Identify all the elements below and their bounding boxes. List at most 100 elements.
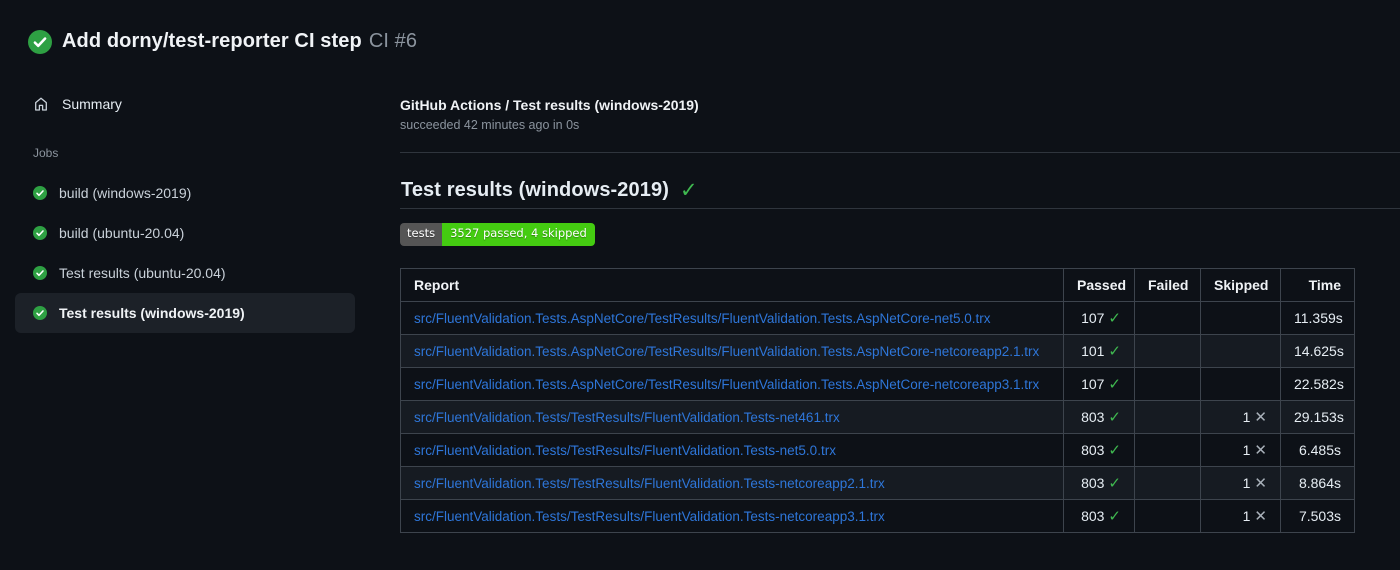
failed-cell — [1134, 498, 1201, 533]
check-circle-icon — [28, 30, 52, 54]
failed-cell — [1134, 333, 1201, 368]
x-icon: ✕ — [1254, 474, 1267, 492]
failed-cell — [1134, 399, 1201, 434]
report-cell: src/FluentValidation.Tests/TestResults/F… — [400, 399, 1064, 434]
sidebar-job-item-0[interactable]: build (windows-2019) — [15, 173, 355, 213]
sidebar: Summary Jobs build (windows-2019) build … — [0, 76, 400, 333]
main-content: GitHub Actions / Test results (windows-2… — [400, 76, 1400, 533]
time-cell: 22.582s — [1280, 366, 1355, 401]
sidebar-job-item-1[interactable]: build (ubuntu-20.04) — [15, 213, 355, 253]
run-title-text: Add dorny/test-reporter CI step — [62, 30, 362, 52]
tests-badge: tests 3527 passed, 4 skipped — [400, 223, 595, 246]
report-link[interactable]: src/FluentValidation.Tests/TestResults/F… — [414, 509, 885, 524]
job-label: Test results (windows-2019) — [59, 305, 245, 321]
sidebar-summary-label: Summary — [62, 96, 122, 112]
jobs-list: build (windows-2019) build (ubuntu-20.04… — [0, 173, 400, 333]
report-cell: src/FluentValidation.Tests/TestResults/F… — [400, 498, 1064, 533]
check-circle-icon — [33, 226, 47, 240]
report-cell: src/FluentValidation.Tests/TestResults/F… — [400, 465, 1064, 500]
time-cell: 11.359s — [1280, 300, 1355, 335]
check-run-title: GitHub Actions / Test results (windows-2… — [400, 97, 699, 113]
report-cell: src/FluentValidation.Tests/TestResults/F… — [400, 432, 1064, 467]
table-row: src/FluentValidation.Tests/TestResults/F… — [400, 465, 1355, 500]
column-header-time: Time — [1280, 267, 1355, 302]
check-icon: ✓ — [1108, 342, 1121, 360]
column-header-skipped: Skipped — [1200, 267, 1281, 302]
failed-cell — [1134, 366, 1201, 401]
x-icon: ✕ — [1254, 441, 1267, 459]
time-cell: 7.503s — [1280, 498, 1355, 533]
section-heading-text: Test results (windows-2019) — [401, 179, 669, 201]
table-row: src/FluentValidation.Tests.AspNetCore/Te… — [400, 366, 1355, 401]
x-icon: ✕ — [1254, 408, 1267, 426]
sidebar-job-item-2[interactable]: Test results (ubuntu-20.04) — [15, 253, 355, 293]
run-title: Add dorny/test-reporter CI step CI #6 — [62, 30, 417, 53]
skipped-cell: 1 ✕ — [1200, 432, 1281, 467]
check-icon: ✓ — [679, 179, 698, 202]
run-number: CI #6 — [368, 30, 418, 52]
check-circle-icon — [33, 186, 47, 200]
time-cell: 14.625s — [1280, 333, 1355, 368]
job-label: build (windows-2019) — [59, 185, 192, 201]
divider — [400, 208, 1400, 209]
passed-cell: 101 ✓ — [1063, 333, 1135, 368]
home-icon — [35, 97, 47, 111]
failed-cell — [1134, 432, 1201, 467]
skipped-cell: ✕ — [1200, 300, 1281, 335]
check-icon: ✓ — [1108, 309, 1121, 327]
check-circle-icon — [33, 306, 47, 320]
report-link[interactable]: src/FluentValidation.Tests.AspNetCore/Te… — [414, 311, 991, 326]
column-header-passed: Passed — [1063, 267, 1135, 302]
time-cell: 29.153s — [1280, 399, 1355, 434]
skipped-cell: ✕ — [1200, 333, 1281, 368]
section-heading: Test results (windows-2019) ✓ — [401, 179, 1400, 202]
column-header-report: Report — [400, 267, 1064, 302]
check-run-status-text: succeeded 42 minutes ago in 0s — [400, 118, 580, 132]
table-row: src/FluentValidation.Tests/TestResults/F… — [400, 498, 1355, 533]
table-header-row: Report Passed Failed Skipped Time — [400, 267, 1355, 302]
passed-cell: 803 ✓ — [1063, 399, 1135, 434]
sidebar-item-summary[interactable]: Summary — [15, 90, 355, 118]
check-icon: ✓ — [1108, 507, 1121, 525]
table-body: src/FluentValidation.Tests.AspNetCore/Te… — [400, 300, 1355, 533]
report-link[interactable]: src/FluentValidation.Tests.AspNetCore/Te… — [414, 344, 1039, 359]
failed-cell — [1134, 465, 1201, 500]
badge-value: 3527 passed, 4 skipped — [442, 223, 595, 246]
report-link[interactable]: src/FluentValidation.Tests/TestResults/F… — [414, 443, 836, 458]
skipped-cell: ✕ — [1200, 366, 1281, 401]
passed-cell: 803 ✓ — [1063, 432, 1135, 467]
time-cell: 8.864s — [1280, 465, 1355, 500]
jobs-section-label: Jobs — [33, 146, 59, 160]
report-cell: src/FluentValidation.Tests.AspNetCore/Te… — [400, 366, 1064, 401]
check-icon: ✓ — [1108, 474, 1121, 492]
check-icon: ✓ — [1108, 441, 1121, 459]
job-label: build (ubuntu-20.04) — [59, 225, 185, 241]
failed-cell — [1134, 300, 1201, 335]
badge-label: tests — [400, 223, 443, 246]
report-link[interactable]: src/FluentValidation.Tests.AspNetCore/Te… — [414, 377, 1039, 392]
workflow-run-page: Add dorny/test-reporter CI step CI #6 Sum… — [0, 0, 1400, 570]
passed-cell: 803 ✓ — [1063, 465, 1135, 500]
check-icon: ✓ — [1108, 408, 1121, 426]
report-link[interactable]: src/FluentValidation.Tests/TestResults/F… — [414, 476, 885, 491]
table-row: src/FluentValidation.Tests/TestResults/F… — [400, 432, 1355, 467]
sidebar-job-item-3[interactable]: Test results (windows-2019) — [15, 293, 355, 333]
table-row: src/FluentValidation.Tests.AspNetCore/Te… — [400, 300, 1355, 335]
table-row: src/FluentValidation.Tests.AspNetCore/Te… — [400, 333, 1355, 368]
run-header: Add dorny/test-reporter CI step CI #6 — [0, 0, 1400, 76]
test-results-table: Report Passed Failed Skipped Time src/Fl… — [400, 267, 1355, 533]
skipped-cell: 1 ✕ — [1200, 465, 1281, 500]
column-header-failed: Failed — [1134, 267, 1201, 302]
report-cell: src/FluentValidation.Tests.AspNetCore/Te… — [400, 333, 1064, 368]
skipped-cell: 1 ✕ — [1200, 399, 1281, 434]
passed-cell: 803 ✓ — [1063, 498, 1135, 533]
report-link[interactable]: src/FluentValidation.Tests/TestResults/F… — [414, 410, 840, 425]
report-cell: src/FluentValidation.Tests.AspNetCore/Te… — [400, 300, 1064, 335]
passed-cell: 107 ✓ — [1063, 300, 1135, 335]
time-cell: 6.485s — [1280, 432, 1355, 467]
table-row: src/FluentValidation.Tests/TestResults/F… — [400, 399, 1355, 434]
divider — [400, 152, 1400, 153]
check-circle-icon — [33, 266, 47, 280]
job-label: Test results (ubuntu-20.04) — [59, 265, 226, 281]
passed-cell: 107 ✓ — [1063, 366, 1135, 401]
